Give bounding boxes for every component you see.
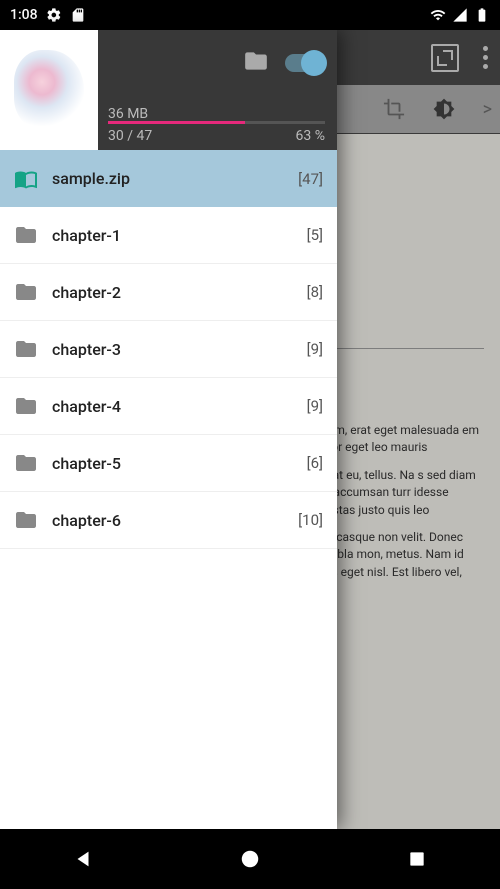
folder-icon <box>14 337 38 361</box>
navigation-drawer: 36 MB 30 / 47 63 % sample.zip [47] chapter… <box>0 30 337 829</box>
chevron-right-icon[interactable]: > <box>483 99 492 120</box>
file-item-name: chapter-4 <box>52 397 293 416</box>
file-item-count: [9] <box>307 340 323 358</box>
file-item-name: chapter-6 <box>52 511 284 530</box>
recent-apps-button[interactable] <box>403 845 431 873</box>
file-item-chapter-1[interactable]: chapter-1 [5] <box>0 207 337 264</box>
file-item-chapter-4[interactable]: chapter-4 [9] <box>0 378 337 435</box>
android-nav-bar <box>0 829 500 889</box>
brightness-icon[interactable] <box>433 98 455 120</box>
file-item-chapter-3[interactable]: chapter-3 [9] <box>0 321 337 378</box>
folder-icon <box>14 394 38 418</box>
progress-bar[interactable] <box>108 121 325 124</box>
folder-icon <box>14 223 38 247</box>
file-item-count: [6] <box>307 454 323 472</box>
status-time: 1:08 <box>10 7 38 23</box>
file-item-count: [10] <box>298 511 323 529</box>
file-size: 36 MB <box>108 106 148 122</box>
file-item-chapter-5[interactable]: chapter-5 [6] <box>0 435 337 492</box>
file-item-name: chapter-5 <box>52 454 293 473</box>
folder-icon[interactable] <box>243 48 269 78</box>
home-button[interactable] <box>236 845 264 873</box>
file-item-sample-zip[interactable]: sample.zip [47] <box>0 150 337 207</box>
cover-thumbnail[interactable] <box>0 30 98 150</box>
progress-pages: 30 / 47 <box>108 128 152 144</box>
toggle-switch[interactable] <box>285 54 323 72</box>
battery-icon <box>474 7 490 23</box>
book-icon <box>14 167 38 191</box>
folder-icon <box>14 508 38 532</box>
signal-icon <box>452 7 468 23</box>
crop-icon[interactable] <box>383 98 405 120</box>
file-item-count: [8] <box>307 283 323 301</box>
file-item-chapter-2[interactable]: chapter-2 [8] <box>0 264 337 321</box>
back-button[interactable] <box>69 845 97 873</box>
folder-icon <box>14 451 38 475</box>
status-bar: 1:08 <box>0 0 500 30</box>
progress-percent: 63 % <box>296 128 325 144</box>
cover-image <box>14 50 84 130</box>
file-item-count: [9] <box>307 397 323 415</box>
fullscreen-icon[interactable] <box>431 44 459 72</box>
file-item-count: [5] <box>307 226 323 244</box>
file-item-count: [47] <box>298 170 323 188</box>
sd-card-icon <box>70 7 86 23</box>
overflow-menu-icon[interactable] <box>483 46 488 69</box>
file-list: sample.zip[47]chapter-1[5]chapter-2[8]ch… <box>0 150 337 829</box>
file-item-chapter-6[interactable]: chapter-6 [10] <box>0 492 337 549</box>
file-item-name: chapter-2 <box>52 283 293 302</box>
folder-icon <box>14 280 38 304</box>
file-item-name: sample.zip <box>52 169 284 188</box>
file-item-name: chapter-3 <box>52 340 293 359</box>
wifi-icon <box>430 7 446 23</box>
drawer-header: 36 MB 30 / 47 63 % <box>0 30 337 150</box>
gear-icon <box>46 7 62 23</box>
file-item-name: chapter-1 <box>52 226 293 245</box>
